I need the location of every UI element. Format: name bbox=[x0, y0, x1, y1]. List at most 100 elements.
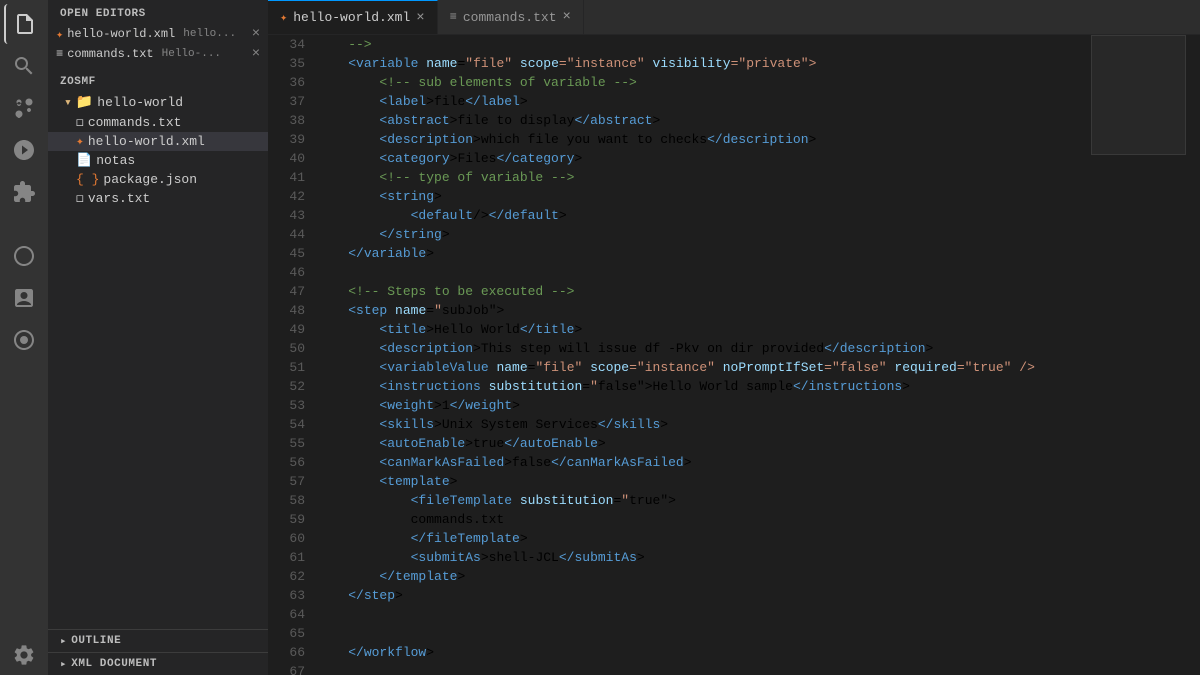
code-content: 3435363738394041424344454647484950515253… bbox=[268, 35, 1091, 675]
tab-commands-close[interactable]: × bbox=[563, 9, 571, 25]
search-icon[interactable] bbox=[4, 46, 44, 86]
line-number: 43 bbox=[280, 206, 305, 225]
tab-hello-close[interactable]: × bbox=[416, 10, 424, 26]
line-number: 67 bbox=[280, 662, 305, 675]
debug-icon[interactable] bbox=[4, 130, 44, 170]
line-number: 42 bbox=[280, 187, 305, 206]
source-control-icon[interactable] bbox=[4, 88, 44, 128]
open-editors-title: OPEN EDITORS bbox=[48, 0, 268, 24]
code-line: </workflow> bbox=[317, 643, 1091, 662]
line-number: 45 bbox=[280, 244, 305, 263]
line-numbers: 3435363738394041424344454647484950515253… bbox=[268, 35, 313, 675]
close-commands-button[interactable]: × bbox=[248, 46, 264, 62]
line-number: 60 bbox=[280, 529, 305, 548]
outline-section[interactable]: ▸ OUTLINE bbox=[48, 629, 268, 652]
tab-xml-icon: ✦ bbox=[280, 10, 287, 25]
code-line: <weight>1</weight> bbox=[317, 396, 1091, 415]
hello-world-folder[interactable]: ▾ 📁 hello-world bbox=[48, 92, 268, 113]
line-number: 62 bbox=[280, 567, 305, 586]
code-line: <variableValue name="file" scope="instan… bbox=[317, 358, 1091, 377]
xml-document-section[interactable]: ▸ XML DOCUMENT bbox=[48, 652, 268, 675]
open-editor-commands[interactable]: ≡ commands.txt Hello-... × bbox=[48, 44, 268, 64]
code-line bbox=[317, 662, 1091, 675]
line-number: 55 bbox=[280, 434, 305, 453]
notas-item[interactable]: 📄 notas bbox=[48, 151, 268, 170]
tab-hello-world-label: hello-world.xml bbox=[293, 10, 410, 25]
code-line: <category>Files</category> bbox=[317, 149, 1091, 168]
code-line: </step> bbox=[317, 586, 1091, 605]
scrollbar-track[interactable] bbox=[1186, 35, 1200, 675]
main-area: ✦ hello-world.xml × ≡ commands.txt × 343… bbox=[268, 0, 1200, 675]
line-number: 48 bbox=[280, 301, 305, 320]
line-number: 46 bbox=[280, 263, 305, 282]
code-line: <submitAs>shell-JCL</submitAs> bbox=[317, 548, 1091, 567]
commands-txt-item[interactable]: ◻ commands.txt bbox=[48, 113, 268, 132]
code-editor[interactable]: 3435363738394041424344454647484950515253… bbox=[268, 35, 1091, 675]
code-line: <string> bbox=[317, 187, 1091, 206]
line-number: 66 bbox=[280, 643, 305, 662]
line-number: 61 bbox=[280, 548, 305, 567]
code-line: <!-- Steps to be executed --> bbox=[317, 282, 1091, 301]
code-line: <description>This step will issue df -Pk… bbox=[317, 339, 1091, 358]
line-number: 41 bbox=[280, 168, 305, 187]
code-line: <default/></default> bbox=[317, 206, 1091, 225]
tab-commands-label: commands.txt bbox=[463, 10, 557, 25]
line-number: 64 bbox=[280, 605, 305, 624]
line-number: 63 bbox=[280, 586, 305, 605]
line-number: 51 bbox=[280, 358, 305, 377]
files-icon[interactable] bbox=[4, 4, 44, 44]
code-line bbox=[317, 263, 1091, 282]
open-editor-path: hello... bbox=[183, 28, 236, 40]
code-line bbox=[317, 624, 1091, 643]
code-lines: --> <variable name="file" scope="instanc… bbox=[313, 35, 1091, 675]
zowe2-icon[interactable] bbox=[4, 278, 44, 318]
line-number: 40 bbox=[280, 149, 305, 168]
code-line: <instructions substitution="false">Hello… bbox=[317, 377, 1091, 396]
package-json-item[interactable]: { } package.json bbox=[48, 170, 268, 189]
tab-commands[interactable]: ≡ commands.txt × bbox=[438, 0, 584, 34]
vars-txt-item[interactable]: ◻ vars.txt bbox=[48, 189, 268, 208]
code-line: <step name="subJob"> bbox=[317, 301, 1091, 320]
zowe-icon[interactable] bbox=[4, 236, 44, 276]
package-icon: { } bbox=[76, 172, 99, 187]
settings-icon[interactable] bbox=[4, 635, 44, 675]
code-line: commands.txt bbox=[317, 510, 1091, 529]
line-number: 38 bbox=[280, 111, 305, 130]
vars-txt-label: vars.txt bbox=[88, 191, 150, 206]
line-number: 36 bbox=[280, 73, 305, 92]
tab-txt-icon: ≡ bbox=[450, 10, 457, 24]
line-number: 57 bbox=[280, 472, 305, 491]
line-number: 56 bbox=[280, 453, 305, 472]
xml-doc-chevron: ▸ bbox=[60, 657, 67, 671]
xml-file-icon: ✦ bbox=[56, 27, 63, 42]
hello-world-xml-item[interactable]: ✦ hello-world.xml bbox=[48, 132, 268, 151]
line-number: 58 bbox=[280, 491, 305, 510]
activity-bar bbox=[0, 0, 48, 675]
code-line: <title>Hello World</title> bbox=[317, 320, 1091, 339]
code-line: <variable name="file" scope="instance" v… bbox=[317, 54, 1091, 73]
code-line: <!-- type of variable --> bbox=[317, 168, 1091, 187]
code-line: <template> bbox=[317, 472, 1091, 491]
minimap bbox=[1091, 35, 1186, 675]
package-json-label: package.json bbox=[103, 172, 197, 187]
code-line bbox=[317, 605, 1091, 624]
minimap-slider[interactable] bbox=[1091, 35, 1186, 155]
tab-hello-world[interactable]: ✦ hello-world.xml × bbox=[268, 0, 438, 34]
xml-icon: ✦ bbox=[76, 134, 84, 149]
code-line: <!-- sub elements of variable --> bbox=[317, 73, 1091, 92]
commands-icon: ◻ bbox=[76, 115, 84, 130]
zowe3-icon[interactable] bbox=[4, 320, 44, 360]
outline-chevron: ▸ bbox=[60, 634, 67, 648]
code-line: <fileTemplate substitution="true"> bbox=[317, 491, 1091, 510]
line-number: 47 bbox=[280, 282, 305, 301]
sidebar: OPEN EDITORS ✦ hello-world.xml hello... … bbox=[48, 0, 268, 675]
code-line: </string> bbox=[317, 225, 1091, 244]
line-number: 59 bbox=[280, 510, 305, 529]
extensions-icon[interactable] bbox=[4, 172, 44, 212]
line-number: 54 bbox=[280, 415, 305, 434]
vars-icon: ◻ bbox=[76, 191, 84, 206]
code-line: </template> bbox=[317, 567, 1091, 586]
notas-folder-icon: 📄 bbox=[76, 153, 92, 168]
open-editor-hello-world[interactable]: ✦ hello-world.xml hello... × bbox=[48, 24, 268, 44]
close-editor-button[interactable]: × bbox=[248, 26, 264, 42]
